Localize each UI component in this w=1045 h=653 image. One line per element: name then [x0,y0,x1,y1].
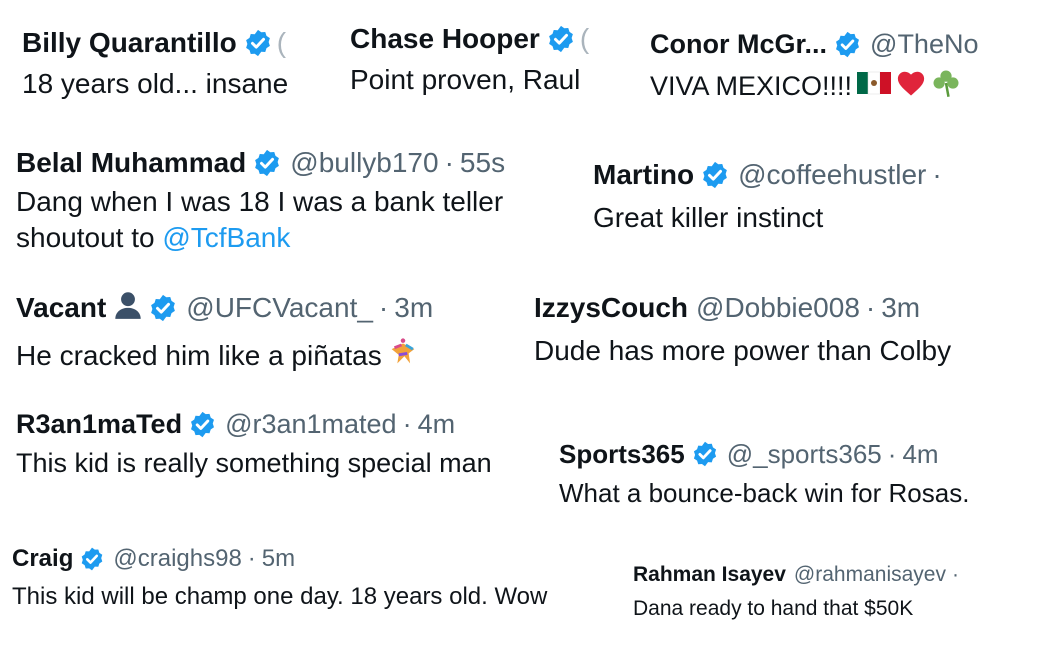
author-handle[interactable]: @_sports365 [727,439,882,470]
tweet-header: Vacant @UFCVacant_ · 3m [16,289,433,327]
tweet-conor-mcgregor[interactable]: Conor McGr... @TheNo VIVA MEXICO!!!! [650,26,1012,105]
tweet-text: Great killer instinct [593,202,824,233]
tweet-rahman-isayev[interactable]: Rahman Isayev @rahmanisayev · Dana ready… [633,561,965,621]
tweet-text-content: He cracked him like a piñatas [16,339,382,371]
tweet-martino[interactable]: Martino @coffeehustler · Great killer in… [593,156,948,234]
tweet-header: Craig @craighs98 · 5m [12,543,547,575]
separator-dot: · [887,438,897,469]
author-name[interactable]: Craig [12,545,73,573]
tweet-craig[interactable]: Craig @craighs98 · 5m This kid will be c… [12,543,547,611]
author-name[interactable]: Vacant [16,292,106,324]
tweet-billy-quarantillo[interactable]: Billy Quarantillo ( 18 years old... insa… [22,24,288,100]
tweet-timestamp[interactable]: 4m [418,409,456,440]
verified-badge-icon [148,293,178,323]
truncation-mark: ( [276,27,287,58]
separator-dot: · [402,408,412,439]
tweet-timestamp[interactable]: 5m [262,545,295,573]
tweet-timestamp[interactable]: 3m [881,292,920,324]
tweet-header: Chase Hooper ( [350,20,589,58]
truncation-mark: ( [579,23,590,54]
silhouette-icon [114,290,142,327]
tweet-header: Billy Quarantillo ( [22,24,288,62]
author-handle[interactable]: @coffeehustler [738,159,926,191]
tweet-text: 18 years old... insane [22,68,289,99]
separator-dot: · [932,159,942,190]
verified-badge-icon [188,410,217,439]
verified-badge-icon [546,24,576,54]
tweet-text: What a bounce-back win for Rosas. [559,478,970,508]
tweet-izzyscouch[interactable]: IzzysCouch @Dobbie008 · 3m Dude has more… [534,289,951,367]
separator-dot: · [444,147,454,178]
tweet-header: IzzysCouch @Dobbie008 · 3m [534,289,951,327]
tweet-text-line2: shoutout to @TcfBank [16,222,505,254]
tweet-timestamp[interactable]: 55s [460,147,505,179]
verified-badge-icon [833,30,862,59]
author-handle[interactable]: @rahmanisayev [794,563,946,587]
tweet-text: He cracked him like a piñatas [16,335,433,376]
tweet-header: Belal Muhammad @bullyb170 · 55s [16,144,505,182]
tweet-timestamp[interactable]: 4m [902,439,938,470]
author-name[interactable]: Rahman Isayev [633,563,786,587]
separator-dot: · [951,563,959,586]
author-name[interactable]: Billy Quarantillo [22,27,237,59]
tweet-chase-hooper[interactable]: Chase Hooper ( Point proven, Raul [350,20,589,96]
author-name[interactable]: Chase Hooper [350,23,540,55]
author-name[interactable]: Belal Muhammad [16,147,246,179]
tweet-header: Rahman Isayev @rahmanisayev · [633,561,965,589]
tweet-text-content: VIVA MEXICO!!!! [650,71,853,101]
tweet-vacant[interactable]: Vacant @UFCVacant_ · 3m He cracked him l… [16,289,433,376]
separator-dot: · [865,292,876,323]
tweet-text: Dude has more power than Colby [534,335,952,366]
tweet-text-content: shoutout to [16,222,163,253]
separator-dot: · [247,545,256,572]
verified-badge-icon [691,440,719,468]
pinata-icon [386,335,420,376]
tweet-header: Martino @coffeehustler · [593,156,948,194]
tweet-text: This kid will be champ one day. 18 years… [12,583,548,610]
verified-badge-icon [252,148,282,178]
tweet-sports365[interactable]: Sports365 @_sports365 · 4m What a bounce… [559,436,969,509]
tweet-text: This kid is really something special man [16,448,492,478]
verified-badge-icon [79,546,105,572]
tweet-r3an1mated[interactable]: R3an1maTed @r3an1mated · 4m This kid is … [16,406,492,479]
author-name[interactable]: Sports365 [559,439,685,470]
author-name[interactable]: Martino [593,159,694,191]
author-handle[interactable]: @bullyb170 [290,147,438,179]
tweet-text: Dang when I was 18 I was a bank teller [16,186,504,217]
author-handle[interactable]: @Dobbie008 [696,292,860,324]
author-handle[interactable]: @UFCVacant_ [186,292,373,324]
tweet-header: Sports365 @_sports365 · 4m [559,436,969,472]
author-handle[interactable]: @r3an1mated [225,409,397,440]
tweet-text: Dana ready to hand that $50K [633,597,914,620]
mexico-flag-icon [856,70,892,103]
tweet-text: VIVA MEXICO!!!! [650,68,1012,105]
verified-badge-icon [700,160,730,190]
author-name[interactable]: R3an1maTed [16,409,182,440]
author-name[interactable]: IzzysCouch [534,292,688,324]
tweet-header: Conor McGr... @TheNo [650,26,1012,62]
separator-dot: · [378,292,389,323]
shamrock-icon [930,68,962,105]
verified-badge-icon [243,28,273,58]
tweet-text: Point proven, Raul [350,64,581,95]
red-heart-icon [896,69,926,104]
tweet-timestamp[interactable]: 3m [394,292,433,324]
author-handle[interactable]: @TheNo [870,29,978,60]
mention-link[interactable]: @TcfBank [162,222,290,253]
author-name[interactable]: Conor McGr... [650,29,827,60]
tweet-header: R3an1maTed @r3an1mated · 4m [16,406,492,442]
author-handle[interactable]: @craighs98 [113,545,241,573]
tweet-belal-muhammad[interactable]: Belal Muhammad @bullyb170 · 55s Dang whe… [16,144,505,254]
